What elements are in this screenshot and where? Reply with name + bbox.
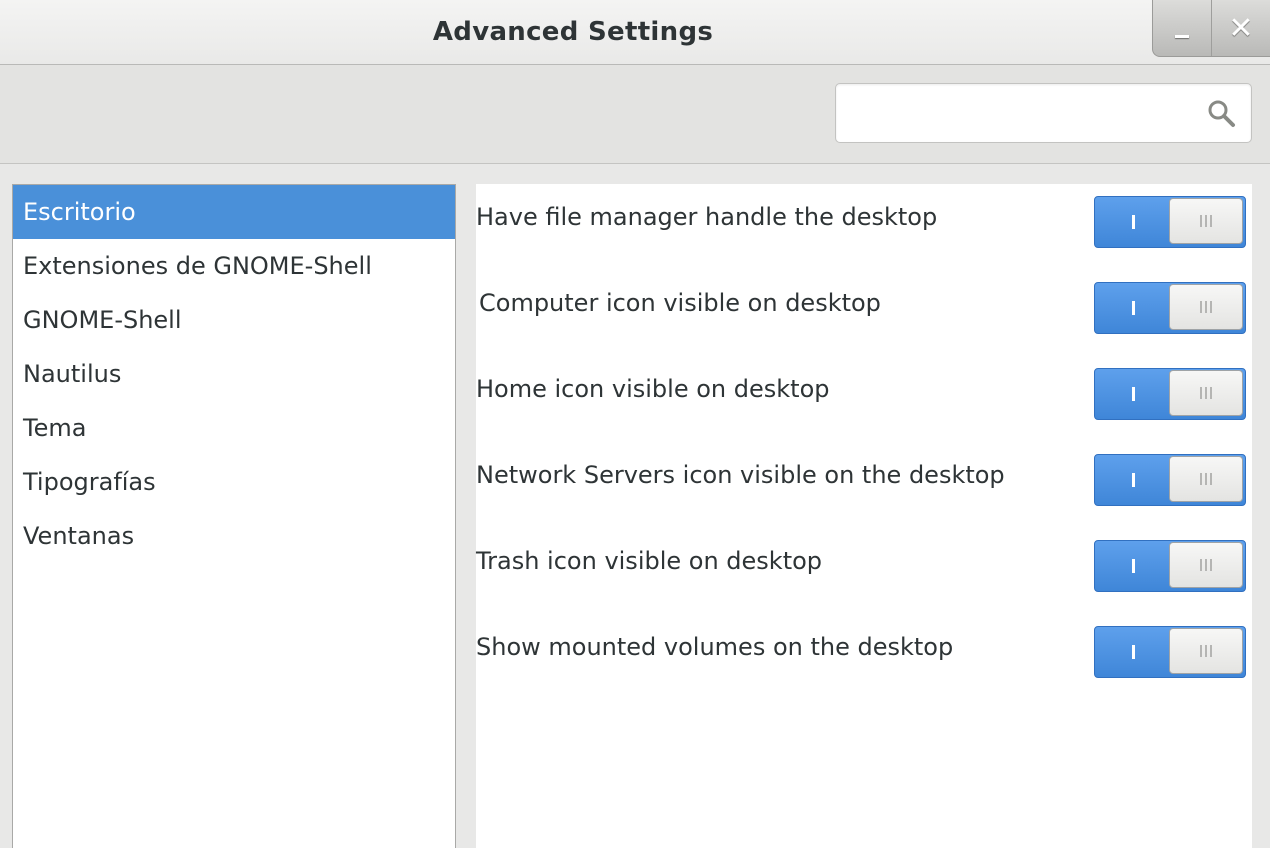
search-icon[interactable] (1206, 98, 1236, 128)
switch-on-indicator (1095, 197, 1171, 247)
setting-row: Show mounted volumes on the desktop (476, 620, 1252, 678)
grip-line-icon (1205, 559, 1207, 571)
category-sidebar: Escritorio Extensiones de GNOME-Shell GNOM… (12, 184, 456, 848)
toggle-switch[interactable] (1094, 540, 1246, 592)
grip-line-icon (1205, 387, 1207, 399)
setting-row: Trash icon visible on desktop (476, 534, 1252, 592)
switch-knob[interactable] (1169, 628, 1243, 674)
on-mark-icon (1131, 559, 1135, 573)
search-box[interactable] (835, 83, 1252, 143)
sidebar-item[interactable]: Ventanas (13, 509, 455, 563)
sidebar-item[interactable]: Escritorio (13, 185, 455, 239)
switch-on-indicator (1095, 455, 1171, 505)
switch-on-indicator (1095, 627, 1171, 677)
switch-knob[interactable] (1169, 370, 1243, 416)
grip-line-icon (1205, 645, 1207, 657)
sidebar-item[interactable]: Extensiones de GNOME-Shell (13, 239, 455, 293)
setting-row: Computer icon visible on desktop (476, 276, 1252, 334)
grip-line-icon (1200, 301, 1202, 313)
on-mark-icon (1131, 387, 1135, 401)
toggle-switch[interactable] (1094, 282, 1246, 334)
on-mark-icon (1131, 473, 1135, 487)
title-bar[interactable]: Advanced Settings ✕ (0, 0, 1270, 65)
sidebar-item[interactable]: GNOME-Shell (13, 293, 455, 347)
on-mark-icon (1131, 215, 1135, 229)
grip-line-icon (1205, 301, 1207, 313)
sidebar-item[interactable]: Nautilus (13, 347, 455, 401)
grip-line-icon (1210, 645, 1212, 657)
setting-label: Network Servers icon visible on the desk… (476, 461, 1005, 489)
switch-knob[interactable] (1169, 198, 1243, 244)
grip-line-icon (1210, 559, 1212, 571)
switch-knob[interactable] (1169, 456, 1243, 502)
setting-row: Have file manager handle the desktop (476, 190, 1252, 248)
advanced-settings-window: Advanced Settings ✕ Escritorio Extensione… (0, 0, 1270, 848)
window-title: Advanced Settings (432, 17, 714, 47)
minimize-icon (1175, 34, 1189, 38)
toggle-switch[interactable] (1094, 196, 1246, 248)
close-button[interactable]: ✕ (1212, 0, 1270, 56)
grip-line-icon (1210, 387, 1212, 399)
setting-label: Computer icon visible on desktop (479, 289, 881, 317)
sidebar-item[interactable]: Tema (13, 401, 455, 455)
on-mark-icon (1131, 645, 1135, 659)
grip-line-icon (1200, 559, 1202, 571)
grip-line-icon (1210, 215, 1212, 227)
grip-line-icon (1210, 301, 1212, 313)
on-mark-icon (1131, 301, 1135, 315)
search-input[interactable] (844, 92, 1198, 134)
switch-knob[interactable] (1169, 284, 1243, 330)
grip-line-icon (1210, 473, 1212, 485)
minimize-button[interactable] (1153, 0, 1212, 56)
switch-on-indicator (1095, 283, 1171, 333)
toggle-switch[interactable] (1094, 626, 1246, 678)
settings-panel: Have file manager handle the desktop Comp… (476, 184, 1252, 848)
toggle-switch[interactable] (1094, 454, 1246, 506)
setting-label: Show mounted volumes on the desktop (476, 633, 954, 661)
grip-line-icon (1200, 215, 1202, 227)
setting-row: Home icon visible on desktop (476, 362, 1252, 420)
switch-knob[interactable] (1169, 542, 1243, 588)
toolbar (0, 65, 1270, 164)
grip-line-icon (1200, 645, 1202, 657)
setting-label: Have file manager handle the desktop (476, 203, 938, 231)
grip-line-icon (1205, 215, 1207, 227)
window-controls: ✕ (1152, 0, 1270, 57)
switch-on-indicator (1095, 541, 1171, 591)
sidebar-item[interactable]: Tipografías (13, 455, 455, 509)
setting-row: Network Servers icon visible on the desk… (476, 448, 1252, 506)
setting-label: Trash icon visible on desktop (476, 547, 823, 575)
switch-on-indicator (1095, 369, 1171, 419)
grip-line-icon (1200, 387, 1202, 399)
grip-line-icon (1205, 473, 1207, 485)
close-icon: ✕ (1228, 10, 1254, 46)
grip-line-icon (1200, 473, 1202, 485)
toggle-switch[interactable] (1094, 368, 1246, 420)
setting-label: Home icon visible on desktop (476, 375, 830, 403)
